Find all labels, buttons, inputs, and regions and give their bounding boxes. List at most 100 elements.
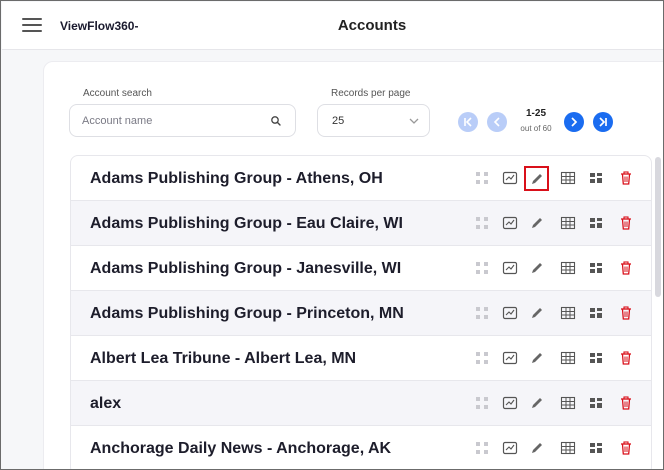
edit-button[interactable] [527,303,547,323]
chart-button[interactable] [500,393,520,413]
hierarchy-button[interactable] [472,348,492,368]
accounts-table: Adams Publishing Group - Athens, OH Adams… [70,155,652,469]
search-input[interactable] [82,113,262,129]
records-per-page-select[interactable]: 25 [317,104,430,137]
delete-button[interactable] [616,303,636,323]
hierarchy-button[interactable] [472,438,492,458]
table-row[interactable]: Adams Publishing Group - Athens, OH [71,156,651,201]
dashboard-icon [590,173,602,183]
edit-button[interactable] [527,348,547,368]
chart-icon [502,171,518,185]
chart-button[interactable] [500,438,520,458]
dashboard-icon [590,263,602,273]
dashboard-button[interactable] [586,438,606,458]
dashboard-button[interactable] [586,168,606,188]
grid-button[interactable] [558,303,578,323]
edit-icon [532,398,542,408]
hierarchy-button[interactable] [472,303,492,323]
grid-icon [560,171,576,185]
dashboard-button[interactable] [586,258,606,278]
delete-button[interactable] [616,213,636,233]
hierarchy-button[interactable] [472,393,492,413]
hierarchy-icon [476,442,488,454]
chart-button[interactable] [500,213,520,233]
account-name: Adams Publishing Group - Athens, OH [90,170,383,187]
hierarchy-icon [476,262,488,274]
search-icon[interactable] [269,114,283,128]
table-row[interactable]: alex [71,381,651,426]
edit-button[interactable] [527,393,547,413]
edit-button[interactable] [527,258,547,278]
dashboard-icon [590,218,602,228]
hierarchy-button[interactable] [472,258,492,278]
scrollbar[interactable] [655,157,661,297]
delete-button[interactable] [616,348,636,368]
chevron-right-icon [564,112,584,132]
table-row[interactable]: Adams Publishing Group - Janesville, WI [71,246,651,291]
search-field [69,104,296,137]
grid-icon [560,351,576,365]
chevron-down-icon [409,118,419,124]
grid-button[interactable] [558,258,578,278]
delete-button[interactable] [616,438,636,458]
delete-button[interactable] [616,393,636,413]
dashboard-button[interactable] [586,348,606,368]
grid-button[interactable] [558,213,578,233]
delete-button[interactable] [616,258,636,278]
hierarchy-icon [476,307,488,319]
chart-button[interactable] [500,348,520,368]
chevron-left-icon [487,112,507,132]
edit-icon [532,353,542,363]
chart-icon [502,261,518,275]
dashboard-button[interactable] [586,393,606,413]
account-name: Adams Publishing Group - Janesville, WI [90,260,402,277]
next-page-button[interactable] [564,112,584,132]
table-row[interactable]: Albert Lea Tribune - Albert Lea, MN [71,336,651,381]
hierarchy-button[interactable] [472,213,492,233]
edit-icon [532,263,542,273]
records-per-page-value: 25 [332,115,345,127]
table-row[interactable]: Adams Publishing Group - Eau Claire, WI [71,201,651,246]
chart-icon [502,396,518,410]
delete-icon [621,216,631,230]
delete-icon [621,441,631,455]
chart-button[interactable] [500,258,520,278]
hierarchy-icon [476,217,488,229]
delete-button[interactable] [616,168,636,188]
table-row[interactable]: Anchorage Daily News - Anchorage, AK [71,426,651,469]
brand-name: ViewFlow360- [60,19,139,33]
menu-icon[interactable] [22,17,42,33]
hierarchy-button[interactable] [472,168,492,188]
grid-button[interactable] [558,348,578,368]
app-window: ViewFlow360- Accounts Account search Rec… [0,0,664,470]
grid-icon [560,306,576,320]
last-page-button[interactable] [593,112,613,132]
account-name: Adams Publishing Group - Princeton, MN [90,305,404,322]
delete-icon [621,306,631,320]
edit-button[interactable] [524,166,549,191]
grid-icon [560,261,576,275]
search-label: Account search [83,88,152,99]
top-bar: ViewFlow360- Accounts [2,2,663,50]
chart-button[interactable] [500,303,520,323]
grid-button[interactable] [558,438,578,458]
grid-button[interactable] [558,393,578,413]
dashboard-button[interactable] [586,213,606,233]
dashboard-button[interactable] [586,303,606,323]
chart-button[interactable] [500,168,520,188]
edit-icon [532,174,542,184]
dashboard-icon [590,443,602,453]
edit-button[interactable] [527,438,547,458]
grid-icon [560,441,576,455]
hierarchy-icon [476,397,488,409]
first-page-icon [458,112,478,132]
edit-button[interactable] [527,213,547,233]
grid-button[interactable] [558,168,578,188]
delete-icon [621,261,631,275]
chart-icon [502,351,518,365]
first-page-button[interactable] [458,112,478,132]
account-name: Adams Publishing Group - Eau Claire, WI [90,215,403,232]
grid-icon [560,216,576,230]
previous-page-button[interactable] [487,112,507,132]
table-row[interactable]: Adams Publishing Group - Princeton, MN [71,291,651,336]
